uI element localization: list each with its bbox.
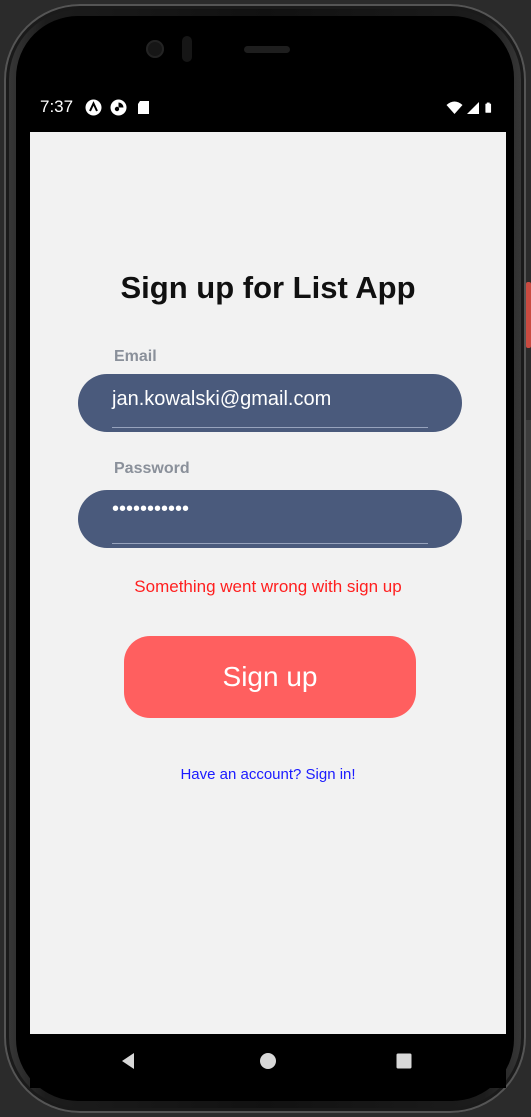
nav-bar [30,1034,506,1088]
status-left: 7:37 [40,97,152,117]
status-bar: 7:37 [30,82,506,132]
status-time: 7:37 [40,97,74,116]
error-message: Something went wrong with sign up [134,577,402,596]
signup-button[interactable]: Sign up [124,636,416,718]
back-icon[interactable] [118,1051,138,1071]
status-right [446,99,496,116]
cell-signal-icon [467,101,479,114]
password-field[interactable]: ••••••••••• [78,490,462,548]
app-screen: Sign up for List App Email jan.kowalski@… [30,132,506,1034]
android-a-icon [85,99,102,115]
password-value[interactable]: ••••••••••• [112,498,189,521]
battery-icon [485,102,492,113]
sensor [182,36,192,62]
volume-button[interactable] [526,420,531,540]
password-underline [112,543,428,544]
password-label: Password [114,460,190,477]
email-field[interactable]: jan.kowalski@gmail.com [78,374,462,432]
home-icon[interactable] [258,1051,278,1071]
power-button[interactable] [526,282,531,348]
wifi-icon [446,101,463,114]
recents-icon[interactable] [394,1051,414,1071]
circle-notification-icon [110,99,127,115]
earpiece-speaker [244,46,290,53]
email-label: Email [114,348,157,365]
signin-link[interactable]: Have an account? Sign in! [30,766,506,783]
front-camera [146,40,164,58]
sd-card-icon [138,100,150,114]
emulator-stage: 7:37 Sign up for List App Email jan.kowa… [0,0,531,1117]
email-value[interactable]: jan.kowalski@gmail.com [112,388,331,411]
email-underline [112,427,428,428]
page-title: Sign up for List App [120,270,416,305]
